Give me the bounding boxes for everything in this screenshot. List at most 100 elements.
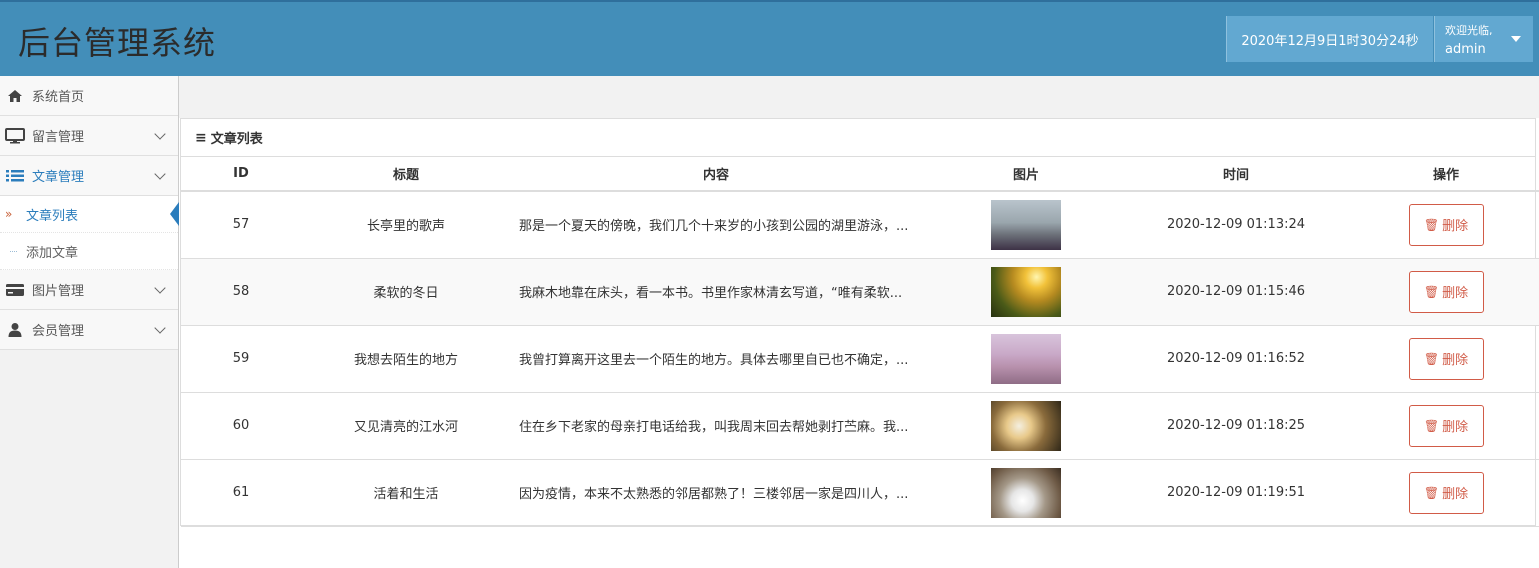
article-list-panel: ≡ 文章列表 ID 标题 内容 图片 时间 操作 57 长亭里的歌声 那是一个夏…: [180, 118, 1539, 527]
cell-id: 61: [181, 459, 301, 527]
table-header-row: ID 标题 内容 图片 时间 操作: [181, 157, 1539, 192]
cell-time: 2020-12-09 01:19:51: [1131, 459, 1341, 527]
table-row: 57 长亭里的歌声 那是一个夏天的傍晚，我们几个十来岁的小孩到公园的湖里游泳，.…: [181, 191, 1539, 259]
user-icon: [4, 322, 26, 338]
submenu-item-label: 添加文章: [26, 245, 79, 261]
sidebar-item-label: 文章管理: [32, 170, 85, 185]
delete-button[interactable]: 🗑 删除: [1408, 471, 1484, 514]
breadcrumb-area: [179, 76, 1539, 118]
tree-dash: [10, 251, 17, 252]
submenu-item-label: 文章列表: [26, 208, 79, 224]
delete-button[interactable]: 🗑 删除: [1408, 404, 1484, 447]
submenu-item-article-list[interactable]: » 文章列表: [0, 196, 179, 233]
panel-header: ≡ 文章列表: [181, 119, 1535, 157]
table-row: 61 活着和生活 因为疫情，本来不太熟悉的邻居都熟了！三楼邻居一家是四川人，..…: [181, 459, 1539, 527]
article-thumbnail: [991, 467, 1061, 518]
cell-image: [921, 459, 1131, 527]
trash-icon: 🗑: [1423, 418, 1440, 433]
delete-button[interactable]: 🗑 删除: [1408, 203, 1484, 246]
cell-action: 🗑 删除: [1341, 459, 1539, 527]
chevron-down-icon: [154, 168, 166, 180]
delete-button[interactable]: 🗑 删除: [1408, 337, 1484, 380]
cell-time: 2020-12-09 01:16:52: [1131, 325, 1341, 393]
top-navbar: 后台管理系统 2020年12月9日1时30分24秒 欢迎光临, admin: [0, 0, 1539, 76]
sidebar-item-label: 会员管理: [32, 324, 85, 339]
cell-id: 57: [181, 191, 301, 259]
trash-icon: 🗑: [1423, 284, 1440, 299]
cell-id: 59: [181, 325, 301, 393]
sidebar-item-articles[interactable]: 文章管理: [0, 156, 178, 196]
trash-icon: 🗑: [1423, 217, 1440, 232]
sidebar-item-images[interactable]: 图片管理: [0, 270, 178, 310]
chevron-down-icon: [154, 282, 166, 294]
table-row: 58 柔软的冬日 我麻木地靠在床头，看一本书。书里作家林清玄写道，“唯有柔软..…: [181, 258, 1539, 326]
sidebar-item-label: 留言管理: [32, 130, 85, 145]
chevron-down-icon: [154, 322, 166, 334]
column-header-time: 时间: [1131, 157, 1341, 192]
cell-content: 那是一个夏天的傍晚，我们几个十来岁的小孩到公园的湖里游泳，...: [511, 191, 921, 259]
article-table: ID 标题 内容 图片 时间 操作 57 长亭里的歌声 那是一个夏天的傍晚，我们…: [181, 157, 1539, 527]
cell-id: 58: [181, 258, 301, 326]
app-title: 后台管理系统: [18, 24, 217, 62]
list-icon: [4, 168, 26, 184]
cell-content: 我曾打算离开这里去一个陌生的地方。具体去哪里自已也不确定，...: [511, 325, 921, 393]
home-icon: [4, 88, 26, 104]
delete-button[interactable]: 🗑 删除: [1408, 270, 1484, 313]
sidebar-item-home[interactable]: 系统首页: [0, 76, 178, 116]
sidebar-item-messages[interactable]: 留言管理: [0, 116, 178, 156]
article-thumbnail: [991, 400, 1061, 451]
column-header-action: 操作: [1341, 157, 1539, 192]
sidebar: 系统首页 留言管理 文章管理 » 文章列表 添加文章 图片管理 会员管理: [0, 76, 179, 568]
cell-title: 又见清亮的江水河: [301, 392, 511, 460]
cell-title: 我想去陌生的地方: [301, 325, 511, 393]
submenu-articles: » 文章列表 添加文章: [0, 196, 179, 270]
desktop-icon: [4, 127, 26, 144]
delete-label: 删除: [1442, 420, 1469, 435]
cell-action: 🗑 删除: [1341, 325, 1539, 393]
sidebar-item-label: 系统首页: [32, 90, 85, 105]
cell-title: 活着和生活: [301, 459, 511, 527]
credit-card-icon: [4, 282, 26, 298]
cell-content: 我麻木地靠在床头，看一本书。书里作家林清玄写道，“唯有柔软...: [511, 258, 921, 326]
submenu-item-add-article[interactable]: 添加文章: [0, 233, 178, 270]
cell-image: [921, 258, 1131, 326]
trash-icon: 🗑: [1423, 485, 1440, 500]
cell-action: 🗑 删除: [1341, 191, 1539, 259]
trash-icon: 🗑: [1423, 351, 1440, 366]
panel-title: 文章列表: [210, 132, 263, 147]
cell-image: [921, 325, 1131, 393]
article-thumbnail: [991, 266, 1061, 317]
active-pointer-icon: [170, 202, 179, 226]
double-angle-right-icon: »: [5, 207, 13, 221]
cell-content: 因为疫情，本来不太熟悉的邻居都熟了！三楼邻居一家是四川人，...: [511, 459, 921, 527]
cell-time: 2020-12-09 01:13:24: [1131, 191, 1341, 259]
table-row: 59 我想去陌生的地方 我曾打算离开这里去一个陌生的地方。具体去哪里自已也不确定…: [181, 325, 1539, 393]
column-header-title: 标题: [301, 157, 511, 192]
cell-action: 🗑 删除: [1341, 392, 1539, 460]
cell-title: 柔软的冬日: [301, 258, 511, 326]
datetime-display: 2020年12月9日1时30分24秒: [1226, 16, 1433, 62]
chevron-down-icon: [154, 128, 166, 140]
column-header-content: 内容: [511, 157, 921, 192]
cell-time: 2020-12-09 01:15:46: [1131, 258, 1341, 326]
cell-id: 60: [181, 392, 301, 460]
cell-action: 🗑 删除: [1341, 258, 1539, 326]
article-thumbnail: [991, 199, 1061, 250]
cell-image: [921, 191, 1131, 259]
table-row: 60 又见清亮的江水河 住在乡下老家的母亲打电话给我，叫我周末回去帮她剥打苎麻。…: [181, 392, 1539, 460]
column-header-image: 图片: [921, 157, 1131, 192]
delete-label: 删除: [1442, 219, 1469, 235]
column-header-id: ID: [181, 157, 301, 192]
sidebar-item-members[interactable]: 会员管理: [0, 310, 178, 350]
bars-icon: ≡: [195, 129, 207, 146]
delete-label: 删除: [1442, 353, 1469, 368]
username: admin: [1445, 42, 1486, 57]
delete-label: 删除: [1442, 487, 1469, 502]
delete-label: 删除: [1442, 286, 1469, 301]
sidebar-item-label: 图片管理: [32, 284, 85, 299]
cell-time: 2020-12-09 01:18:25: [1131, 392, 1341, 460]
article-thumbnail: [991, 333, 1061, 384]
cell-content: 住在乡下老家的母亲打电话给我，叫我周末回去帮她剥打苎麻。我...: [511, 392, 921, 460]
caret-down-icon[interactable]: [1511, 36, 1521, 42]
user-menu[interactable]: 欢迎光临, admin: [1434, 16, 1533, 62]
